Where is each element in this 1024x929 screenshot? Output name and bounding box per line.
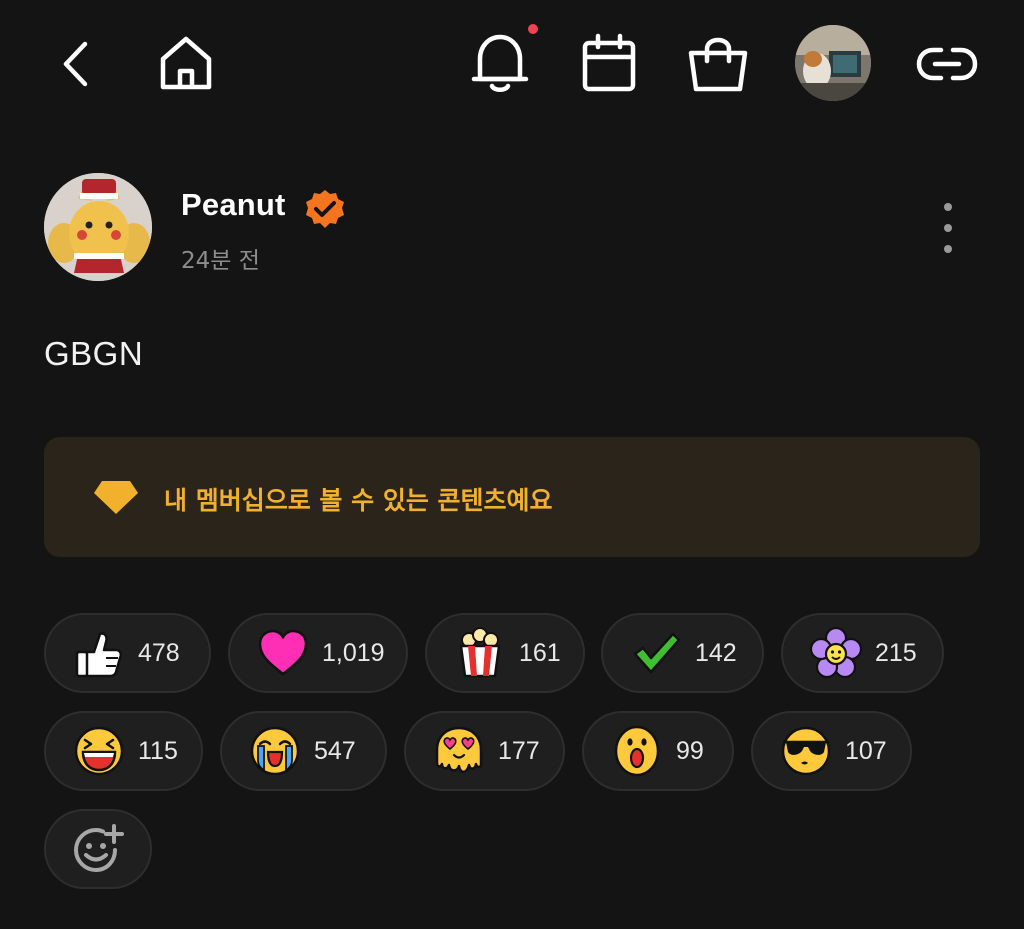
- reaction-count: 115: [138, 736, 178, 765]
- top-navigation-bar: [0, 0, 1024, 130]
- reaction-count: 215: [875, 638, 917, 667]
- more-options-button[interactable]: [930, 203, 966, 253]
- author-name[interactable]: Peanut: [181, 187, 286, 223]
- flower-icon: [809, 626, 863, 679]
- reaction-checkmark[interactable]: 142: [601, 613, 764, 693]
- sunglasses-face-icon: [781, 726, 831, 776]
- popcorn-icon: [459, 627, 501, 678]
- reaction-popcorn[interactable]: 161: [425, 613, 585, 693]
- home-button[interactable]: [156, 34, 216, 92]
- laughing-face-icon: [74, 726, 124, 776]
- diamond-icon: [94, 481, 138, 514]
- reaction-count: 478: [138, 638, 180, 667]
- calendar-button[interactable]: [578, 32, 640, 94]
- home-icon: [160, 36, 212, 90]
- reaction-count: 161: [519, 638, 561, 667]
- calendar-icon: [582, 33, 636, 92]
- reaction-count: 142: [695, 638, 737, 667]
- post-time: 24분 전: [181, 248, 260, 274]
- add-reaction-icon: [73, 824, 124, 873]
- crying-face-icon: [250, 726, 300, 776]
- author-avatar[interactable]: [44, 173, 152, 281]
- reaction-laughing[interactable]: 115: [44, 711, 203, 791]
- reaction-sunglasses[interactable]: 107: [751, 711, 912, 791]
- more-dot-icon: [944, 203, 952, 211]
- add-reaction-button[interactable]: [44, 809, 152, 889]
- post-text: GBGN: [44, 335, 144, 372]
- membership-banner-text: 내 멤버십으로 볼 수 있는 콘텐츠예요: [164, 486, 553, 515]
- reaction-count: 177: [498, 736, 540, 765]
- shopping-bag-button[interactable]: [686, 32, 750, 94]
- reaction-count: 107: [845, 736, 887, 765]
- surprised-face-icon: [614, 725, 660, 777]
- reaction-thumbs-up[interactable]: 478: [44, 613, 211, 693]
- shopping-bag-icon: [688, 37, 748, 92]
- reaction-count: 99: [676, 736, 704, 765]
- reaction-count: 547: [314, 736, 356, 765]
- bell-icon: [471, 34, 529, 92]
- heart-icon: [258, 629, 308, 676]
- heart-eyes-melting-face-icon: [435, 726, 483, 774]
- thumbs-up-icon: [75, 632, 123, 678]
- back-button[interactable]: [52, 36, 100, 92]
- reaction-heart[interactable]: 1,019: [228, 613, 408, 693]
- profile-avatar[interactable]: [795, 25, 871, 101]
- verified-badge-icon: [306, 190, 344, 228]
- reaction-heart-eyes[interactable]: 177: [404, 711, 565, 791]
- more-dot-icon: [944, 224, 952, 232]
- back-icon: [63, 41, 88, 87]
- membership-banner: 내 멤버십으로 볼 수 있는 콘텐츠예요: [44, 437, 980, 557]
- reaction-flower[interactable]: 215: [781, 613, 944, 693]
- notification-dot: [528, 24, 538, 34]
- checkmark-icon: [633, 632, 681, 674]
- pikachu-plush-image: [44, 173, 152, 281]
- profile-photo-image: [795, 25, 871, 101]
- more-dot-icon: [944, 245, 952, 253]
- link-icon: [916, 47, 978, 81]
- reaction-surprised[interactable]: 99: [582, 711, 734, 791]
- reaction-count: 1,019: [322, 638, 385, 667]
- share-link-button[interactable]: [914, 40, 980, 88]
- notifications-button[interactable]: [468, 30, 532, 94]
- reaction-crying[interactable]: 547: [220, 711, 387, 791]
